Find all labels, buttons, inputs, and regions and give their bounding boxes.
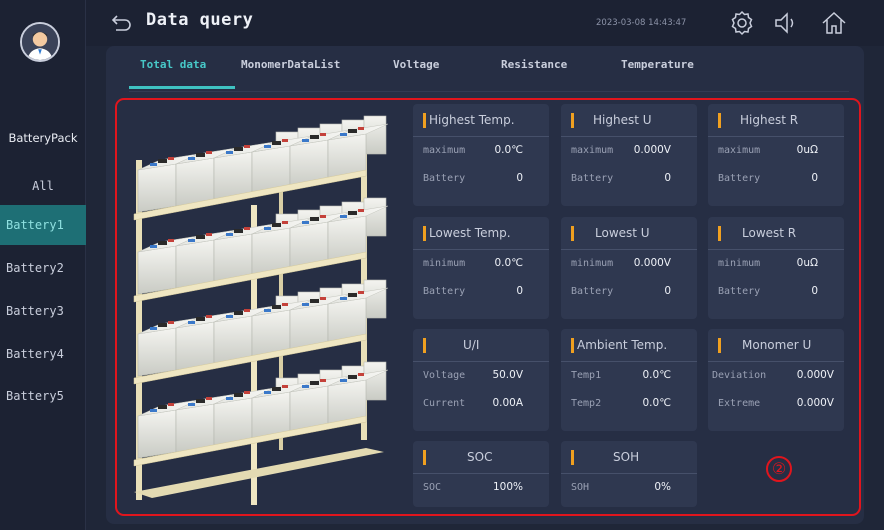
home-icon[interactable] bbox=[820, 9, 848, 37]
card-key: maximum bbox=[571, 145, 614, 156]
speaker-icon[interactable] bbox=[772, 9, 800, 37]
active-tab-indicator bbox=[129, 86, 235, 89]
card-lowest-temp: Lowest Temp. minimum 0.0℃ Battery 0 bbox=[413, 217, 549, 319]
sidebar-item-battery4[interactable]: Battery4 bbox=[0, 334, 86, 374]
card-key: Temp2 bbox=[571, 398, 602, 409]
sidebar-item-battery3[interactable]: Battery3 bbox=[0, 291, 86, 331]
card-key: Battery bbox=[718, 286, 761, 297]
page-title: Data query bbox=[146, 10, 254, 30]
card-value: 0.0℃ bbox=[494, 144, 524, 156]
card-value: 0.0℃ bbox=[642, 369, 672, 381]
card-title: SOH bbox=[613, 450, 640, 464]
card-value: 0% bbox=[654, 481, 671, 493]
card-key: Battery bbox=[571, 286, 614, 297]
tab-total-data[interactable]: Total data bbox=[140, 58, 206, 71]
card-highest-r: Highest R maximum 0uΩ Battery 0 bbox=[708, 104, 844, 206]
tab-monomer-data-list[interactable]: MonomerDataList bbox=[241, 58, 340, 71]
card-value: 0 bbox=[516, 172, 523, 184]
card-value: 0uΩ bbox=[796, 144, 818, 156]
card-value: 0.000V bbox=[796, 397, 834, 409]
card-title: Lowest Temp. bbox=[429, 226, 511, 240]
card-lowest-u: Lowest U minimum 0.000V Battery 0 bbox=[561, 217, 697, 319]
card-highest-temp: Highest Temp. maximum 0.0℃ Battery 0 bbox=[413, 104, 549, 206]
tab-temperature[interactable]: Temperature bbox=[621, 58, 694, 71]
content-panel: Total data MonomerDataList Voltage Resis… bbox=[106, 46, 864, 524]
card-key: Current bbox=[423, 398, 466, 409]
card-value: 0 bbox=[664, 172, 671, 184]
card-key: minimum bbox=[571, 258, 614, 269]
timestamp: 2023-03-08 14:43:47 bbox=[596, 18, 687, 28]
card-key: Extreme bbox=[718, 398, 761, 409]
card-value: 100% bbox=[492, 481, 523, 493]
card-key: Deviation bbox=[712, 370, 767, 381]
tab-divider bbox=[129, 91, 849, 92]
tab-voltage[interactable]: Voltage bbox=[393, 58, 439, 71]
battery-rack-image bbox=[133, 115, 389, 505]
card-title: Highest R bbox=[740, 113, 799, 127]
card-key: SOH bbox=[571, 482, 590, 493]
card-title: Highest Temp. bbox=[429, 113, 515, 127]
card-value: 0.000V bbox=[796, 369, 834, 381]
card-key: SOC bbox=[423, 482, 442, 493]
card-highest-u: Highest U maximum 0.000V Battery 0 bbox=[561, 104, 697, 206]
card-key: maximum bbox=[718, 145, 761, 156]
card-value: 0.000V bbox=[633, 144, 671, 156]
card-value: 0 bbox=[516, 285, 523, 297]
tab-resistance[interactable]: Resistance bbox=[501, 58, 567, 71]
card-key: Battery bbox=[423, 173, 466, 184]
card-value: 0 bbox=[811, 285, 818, 297]
card-title: Ambient Temp. bbox=[577, 338, 668, 352]
sidebar-item-battery5[interactable]: Battery5 bbox=[0, 376, 86, 416]
card-key: Battery bbox=[423, 286, 466, 297]
card-soc: SOC SOC 100% bbox=[413, 441, 549, 507]
card-title: Highest U bbox=[593, 113, 652, 127]
card-title: Lowest R bbox=[742, 226, 797, 240]
card-value: 0.000V bbox=[633, 257, 671, 269]
card-soh: SOH SOH 0% bbox=[561, 441, 697, 507]
card-value: 0.00A bbox=[492, 397, 523, 409]
annotation-marker: ② bbox=[766, 456, 792, 482]
card-title: Lowest U bbox=[595, 226, 650, 240]
card-value: 0.0℃ bbox=[642, 397, 672, 409]
card-key: maximum bbox=[423, 145, 466, 156]
card-title: U/I bbox=[463, 338, 480, 352]
tab-bar: Total data MonomerDataList Voltage Resis… bbox=[106, 46, 864, 92]
card-key: Temp1 bbox=[571, 370, 602, 381]
card-key: minimum bbox=[423, 258, 466, 269]
card-lowest-r: Lowest R minimum 0uΩ Battery 0 bbox=[708, 217, 844, 319]
card-u-i: U/I Voltage 50.0V Current 0.00A bbox=[413, 329, 549, 431]
card-value: 0 bbox=[664, 285, 671, 297]
card-key: Battery bbox=[571, 173, 614, 184]
settings-gear-icon[interactable] bbox=[728, 9, 756, 37]
top-bar: Data query 2023-03-08 14:43:47 bbox=[86, 0, 884, 46]
back-arrow-icon[interactable] bbox=[110, 11, 134, 35]
card-value: 50.0V bbox=[492, 369, 523, 381]
sidebar-item-all[interactable]: All bbox=[0, 166, 86, 206]
card-title: Monomer U bbox=[742, 338, 812, 352]
card-value: 0 bbox=[811, 172, 818, 184]
sidebar: BatteryPack All Battery1 Battery2 Batter… bbox=[0, 0, 86, 530]
sidebar-item-battery2[interactable]: Battery2 bbox=[0, 248, 86, 288]
card-value: 0uΩ bbox=[796, 257, 818, 269]
card-key: minimum bbox=[718, 258, 761, 269]
card-ambient-temp: Ambient Temp. Temp1 0.0℃ Temp2 0.0℃ bbox=[561, 329, 697, 431]
card-value: 0.0℃ bbox=[494, 257, 524, 269]
card-monomer-u: Monomer U Deviation 0.000V Extreme 0.000V bbox=[708, 329, 844, 431]
sidebar-item-battery1[interactable]: Battery1 bbox=[0, 205, 86, 245]
battery-pack-label: BatteryPack bbox=[8, 131, 78, 145]
user-avatar-icon[interactable] bbox=[20, 22, 60, 62]
card-key: Voltage bbox=[423, 370, 466, 381]
card-title: SOC bbox=[467, 450, 493, 464]
card-key: Battery bbox=[718, 173, 761, 184]
